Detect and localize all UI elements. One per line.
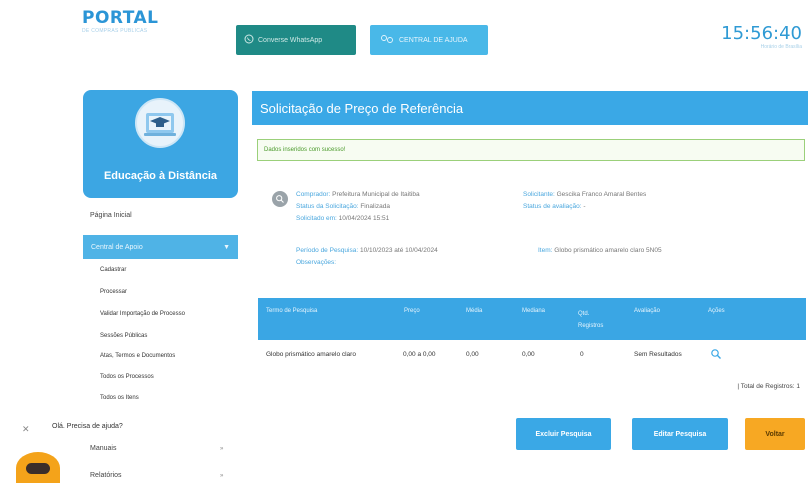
education-title: Educação à Distância — [103, 170, 218, 182]
detail-value: 10/04/2024 15:51 — [338, 215, 390, 222]
detail-value: Finalizada — [360, 203, 390, 210]
chat-launcher-button[interactable] — [16, 452, 60, 483]
help-center-label: CENTRAL DE AJUDA — [399, 36, 468, 44]
table-cell: Sem Resultados — [634, 351, 682, 358]
column-header: Mediana — [522, 308, 546, 314]
whatsapp-icon — [244, 34, 254, 46]
chat-icon — [26, 463, 50, 474]
logo-subtitle: DE COMPRAS PUBLICAS — [82, 28, 148, 34]
delete-search-button[interactable]: Excluir Pesquisa — [516, 418, 611, 450]
detail-label: Período de Pesquisa: — [296, 247, 359, 254]
column-header: Preço — [404, 308, 420, 314]
chat-prompt[interactable]: Olá. Precisa de ajuda? — [52, 423, 123, 430]
detail-value: Prefeitura Municipal de Itaitiba — [332, 191, 420, 198]
table-cell: 0 — [580, 351, 584, 358]
column-header: Avaliação — [634, 308, 660, 314]
sidebar-item-support[interactable]: Central de Apoio ▼ — [83, 235, 238, 259]
detail-label: Status de avaliação: — [523, 203, 582, 210]
sidebar-item-support-label: Central de Apoio — [91, 243, 143, 251]
column-header: Termo de Pesquisa — [266, 308, 318, 314]
sidebar-item-home[interactable]: Página Inicial — [90, 212, 132, 219]
sidebar-subitem[interactable]: Todos os Processos — [100, 374, 154, 380]
clock-subtitle: Horário de Brasília — [760, 44, 802, 50]
detail-label: Solicitante: — [523, 191, 555, 198]
sidebar-subitem[interactable]: Sessões Públicas — [100, 333, 147, 339]
detail-label: Observações: — [296, 259, 337, 266]
sidebar-item-manuals[interactable]: Manuais — [90, 445, 116, 452]
detail-label: Comprador: — [296, 191, 331, 198]
view-search-icon[interactable] — [710, 348, 722, 362]
detail-period: Período de Pesquisa: 10/10/2023 até 10/0… — [296, 247, 438, 254]
table-cell: Globo prismático amarelo claro — [266, 351, 356, 358]
whatsapp-button[interactable]: Converse WhatsApp — [236, 25, 356, 55]
logo-title: PORTAL — [82, 8, 159, 28]
detail-value: Gescika Franco Amaral Bentes — [556, 191, 647, 198]
column-header: Ações — [708, 308, 725, 314]
sidebar-subitem[interactable]: Cadastrar — [100, 267, 126, 273]
clock-time: 15:56:40 — [721, 23, 802, 44]
detail-value: - — [583, 203, 586, 210]
chevron-down-icon: ▼ — [223, 243, 230, 251]
search-icon — [272, 191, 288, 207]
detail-label: Status da Solicitação: — [296, 203, 359, 210]
column-header: Média — [466, 308, 483, 314]
detail-requested: Solicitado em: 10/04/2024 15:51 — [296, 215, 389, 222]
detail-evaluation: Status de avaliação: - — [523, 203, 586, 210]
detail-label: Item: — [538, 247, 553, 254]
table-cell: 0,00 a 0,00 — [403, 351, 436, 358]
detail-requester: Solicitante: Gescika Franco Amaral Bente… — [523, 191, 646, 198]
table-cell: 0,00 — [522, 351, 535, 358]
sidebar-subitem[interactable]: Validar Importação de Processo — [100, 311, 185, 317]
detail-label: Solicitado em: — [296, 215, 337, 222]
success-alert: Dados inseridos com sucesso! — [257, 139, 805, 161]
whatsapp-label: Converse WhatsApp — [258, 36, 323, 44]
sidebar-subitem[interactable]: Processar — [100, 289, 127, 295]
close-icon[interactable]: ✕ — [22, 424, 30, 435]
sidebar-subitem[interactable]: Atas, Termos e Documentos — [100, 353, 175, 359]
portal-logo[interactable]: PORTAL DE COMPRAS PUBLICAS — [82, 8, 159, 34]
table-cell: 0,00 — [466, 351, 479, 358]
edit-search-button[interactable]: Editar Pesquisa — [632, 418, 728, 450]
clock: 15:56:40 Horário de Brasília — [721, 23, 802, 50]
detail-value: 10/10/2023 até 10/04/2024 — [359, 247, 438, 254]
results-table-header: Termo de Pesquisa Preço Média Mediana Qt… — [258, 298, 806, 340]
page-title: Solicitação de Preço de Referência — [252, 91, 808, 125]
detail-buyer: Comprador: Prefeitura Municipal de Itait… — [296, 191, 420, 198]
total-records: | Total de Registros: 1 — [737, 383, 800, 390]
chevron-right-icon: » — [220, 446, 224, 452]
back-button[interactable]: Voltar — [745, 418, 805, 450]
chevron-right-icon: » — [220, 473, 224, 479]
sidebar-item-reports[interactable]: Relatórios — [90, 472, 122, 479]
detail-status: Status da Solicitação: Finalizada — [296, 203, 390, 210]
detail-item: Item: Globo prismático amarelo claro 5N0… — [538, 247, 662, 254]
education-icon — [135, 98, 185, 148]
column-header: Qtd. Registros — [578, 311, 604, 329]
detail-notes: Observações: — [296, 259, 336, 266]
help-center-button[interactable]: CENTRAL DE AJUDA — [370, 25, 488, 55]
help-icon — [380, 34, 394, 46]
sidebar-subitem[interactable]: Todos os Itens — [100, 395, 139, 401]
detail-value: Globo prismático amarelo claro 5N05 — [554, 247, 662, 254]
education-card[interactable]: Educação à Distância — [83, 90, 238, 198]
